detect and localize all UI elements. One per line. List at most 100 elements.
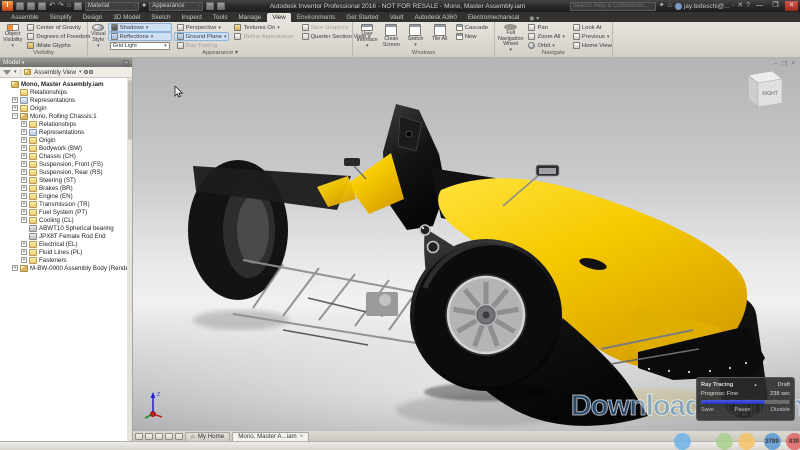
perspective-button[interactable]: Perspective ▾ — [174, 23, 230, 32]
tree-item[interactable]: ABWT10 Spherical bearing — [0, 224, 132, 232]
expand-plus-icon[interactable]: + — [21, 121, 27, 127]
degrees-of-freedom-button[interactable]: Degrees of Freedom — [24, 32, 93, 41]
object-visibility-button[interactable]: Object Visibility ▾ — [3, 23, 22, 49]
tab-sketch[interactable]: Sketch — [146, 13, 175, 22]
zoom-all-button[interactable]: Zoom All ▾ — [525, 32, 567, 41]
ground-plane-button[interactable]: Ground Plane ▾ — [174, 32, 230, 41]
expand-plus-icon[interactable]: + — [21, 177, 27, 183]
tab-assemble[interactable]: Assemble — [6, 13, 44, 22]
ray-tracing-quality[interactable]: Draft — [778, 382, 790, 388]
tab-inspect[interactable]: Inspect — [177, 13, 207, 22]
docbar-icon[interactable] — [155, 433, 163, 440]
pan-button[interactable]: Pan — [525, 23, 567, 32]
expand-plus-icon[interactable]: + — [21, 137, 27, 143]
find-binoculars-icon[interactable] — [84, 70, 93, 74]
expand-plus-icon[interactable]: + — [21, 241, 27, 247]
tree-item[interactable]: Mono, Master Assembly.iam — [0, 80, 132, 88]
expand-plus-icon[interactable]: + — [21, 153, 27, 159]
tree-item[interactable]: +Fluid Lines (PL) — [0, 248, 132, 256]
tree-item[interactable]: +Representations — [0, 128, 132, 136]
expand-plus-icon[interactable]: + — [12, 97, 18, 103]
save-icon[interactable] — [38, 2, 46, 10]
inventor-logo[interactable]: I — [2, 1, 13, 11]
tree-item[interactable]: +Steering (ST) — [0, 176, 132, 184]
tree-item[interactable]: +Relationships — [0, 120, 132, 128]
doc-minimize-icon[interactable]: – — [774, 60, 778, 68]
close-button[interactable]: ✕ — [785, 1, 798, 11]
help-icon[interactable]: ? — [746, 1, 750, 11]
tab-environments[interactable]: Environments — [292, 13, 341, 22]
measure-icon[interactable] — [217, 2, 225, 10]
docbar-icon[interactable] — [135, 433, 143, 440]
viewcube[interactable]: RIGHT — [738, 68, 786, 116]
tab-document[interactable]: Mono, Master A...iam × — [232, 432, 309, 441]
expand-plus-icon[interactable]: + — [21, 249, 27, 255]
expand-plus-icon[interactable]: + — [21, 185, 27, 191]
previous-view-button[interactable]: Previous ▾ — [570, 32, 615, 41]
sign-in-star-icon[interactable]: ✦ — [659, 1, 665, 11]
tab-design[interactable]: Design — [78, 13, 108, 22]
tree-item[interactable]: +M-BW-0000 Assembly Body (Render):1 — [0, 264, 132, 272]
expand-plus-icon[interactable]: + — [21, 209, 27, 215]
expand-plus-icon[interactable]: + — [12, 105, 18, 111]
tree-item[interactable]: +Suspension, Front (FS) — [0, 160, 132, 168]
tree-item[interactable]: +Suspension, Rear (RS) — [0, 168, 132, 176]
browser-header[interactable]: Model ▾ — [0, 58, 132, 67]
ray-tracing-save-button[interactable]: Save — [701, 407, 714, 413]
home-icon[interactable]: ⌂ — [67, 1, 71, 11]
tree-item[interactable]: +Transmission (TR) — [0, 200, 132, 208]
undo-icon[interactable]: ↶ — [49, 1, 55, 11]
docbar-icon[interactable] — [145, 433, 153, 440]
tab-my-home[interactable]: ⌂ My Home — [185, 432, 230, 441]
cascade-button[interactable]: Cascade — [453, 23, 491, 32]
tree-item[interactable]: +Fasteners — [0, 256, 132, 264]
browser-scrollbar[interactable] — [127, 78, 132, 441]
tree-item[interactable]: +Engine (EN) — [0, 192, 132, 200]
tab-vault[interactable]: Vault — [385, 13, 409, 22]
search-input[interactable] — [570, 2, 656, 11]
tree-item[interactable]: +Representations — [0, 96, 132, 104]
filter-funnel-icon[interactable] — [3, 70, 11, 75]
a360-icon[interactable]: ✕ — [737, 1, 743, 11]
tab-manage[interactable]: Manage — [234, 13, 267, 22]
tree-item[interactable]: +Origin — [0, 136, 132, 144]
select-icon[interactable] — [74, 2, 82, 10]
ray-tracing-collapse-icon[interactable]: ▴ — [754, 382, 757, 388]
collapse-minus-icon[interactable]: − — [12, 113, 18, 119]
favorites-icon[interactable]: ⌂ — [668, 1, 672, 11]
expand-plus-icon[interactable]: + — [21, 169, 27, 175]
tree-item[interactable]: +Fuel System (PT) — [0, 208, 132, 216]
reflections-button[interactable]: Reflections ▾ — [108, 32, 172, 41]
display-options-eye-icon[interactable]: ◉ ▾ — [529, 15, 539, 22]
center-of-gravity-button[interactable]: Center of Gravity — [24, 23, 93, 32]
user-account-menu[interactable]: jay.tedeschi@... ▾ — [675, 3, 734, 10]
shadows-button[interactable]: Shadows ▾ — [108, 23, 172, 32]
tab-simplify[interactable]: Simplify — [45, 13, 77, 22]
expand-plus-icon[interactable]: + — [21, 201, 27, 207]
restore-button[interactable]: ❐ — [769, 1, 782, 11]
tab-get-started[interactable]: Get Started — [341, 13, 383, 22]
docbar-icon[interactable] — [175, 433, 183, 440]
expand-plus-icon[interactable]: + — [21, 257, 27, 263]
redo-icon[interactable]: ↷ — [58, 1, 64, 11]
expand-plus-icon[interactable]: + — [21, 193, 27, 199]
expand-plus-icon[interactable]: + — [21, 161, 27, 167]
new-file-icon[interactable] — [16, 2, 24, 10]
textures-on-button[interactable]: Textures On ▾ — [231, 23, 296, 32]
doc-restore-icon[interactable]: ❐ — [781, 60, 787, 68]
docbar-icon[interactable] — [165, 433, 173, 440]
close-doc-icon[interactable]: × — [300, 433, 304, 440]
tab-3d-model[interactable]: 3D Model — [108, 13, 145, 22]
doc-close-icon[interactable]: × — [791, 60, 795, 68]
tab-view[interactable]: View — [267, 13, 291, 22]
minimize-button[interactable]: — — [753, 1, 766, 11]
expand-plus-icon[interactable]: + — [21, 145, 27, 151]
appearance-sphere-icon[interactable]: ● — [142, 1, 146, 11]
switch-button[interactable]: Switch ▾ — [404, 23, 426, 49]
tree-item[interactable]: +Brakes (BR) — [0, 184, 132, 192]
full-navigation-wheel-button[interactable]: Full Navigation Wheel ▾ — [498, 23, 523, 49]
tab-electromechanical[interactable]: Electromechanical — [463, 13, 524, 22]
tree-item[interactable]: +Chassis (CH) — [0, 152, 132, 160]
panel-options-icon[interactable] — [123, 60, 129, 66]
tree-item[interactable]: Relationships — [0, 88, 132, 96]
